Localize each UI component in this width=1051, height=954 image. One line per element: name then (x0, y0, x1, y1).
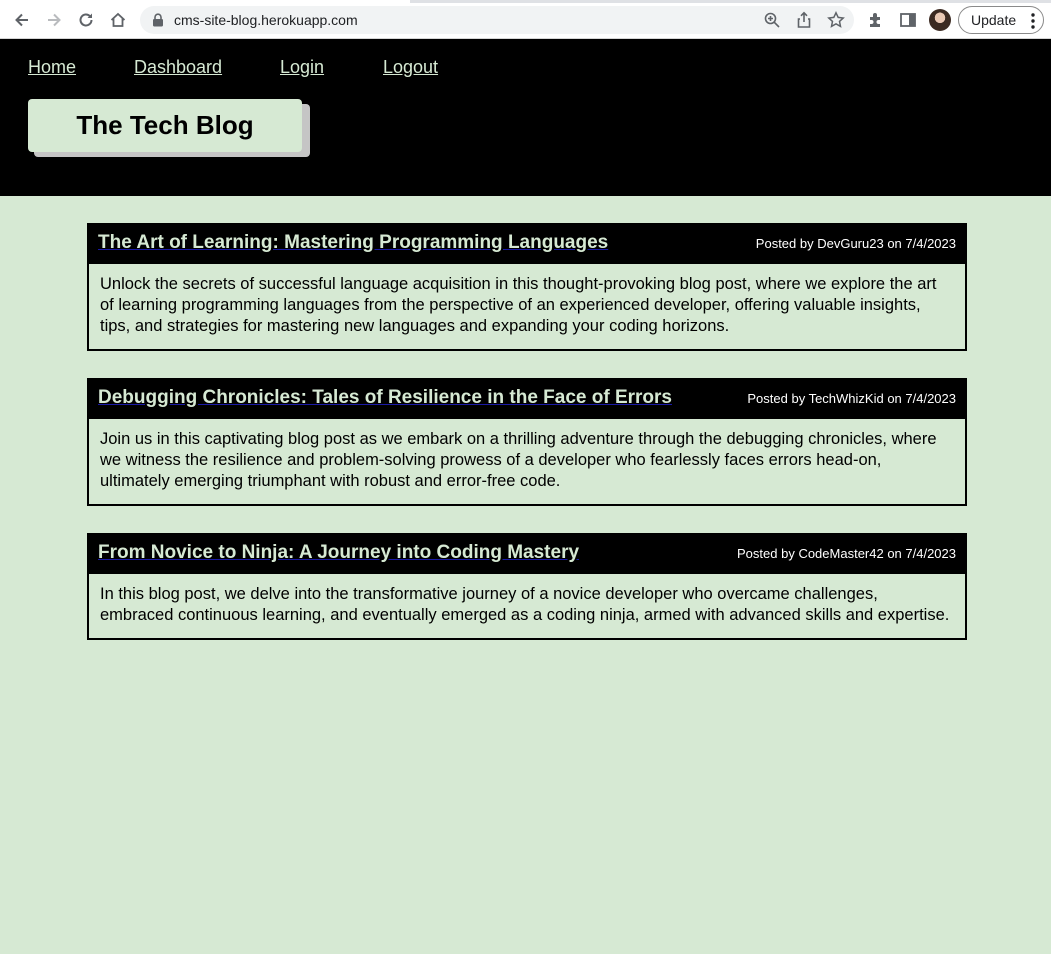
nav-logout-link[interactable]: Logout (383, 57, 438, 78)
nav-dashboard-link[interactable]: Dashboard (134, 57, 222, 78)
nav-login-link[interactable]: Login (280, 57, 324, 78)
nav-home-link[interactable]: Home (28, 57, 76, 78)
post-body: Unlock the secrets of successful languag… (100, 275, 937, 335)
active-tab[interactable] (0, 0, 410, 3)
tab-strip (0, 0, 1051, 3)
url-text[interactable]: cms-site-blog.herokuapp.com (174, 12, 358, 28)
browser-toolbar: cms-site-blog.herokuapp.com Update (0, 0, 1051, 39)
post-meta: Posted by DevGuru23 on 7/4/2023 (755, 236, 956, 251)
post-card: From Novice to Ninja: A Journey into Cod… (87, 533, 967, 640)
site-title: The Tech Blog (28, 99, 302, 152)
site-header: Home Dashboard Login Logout The Tech Blo… (0, 39, 1051, 196)
update-button[interactable]: Update (958, 6, 1044, 34)
post-card: Debugging Chronicles: Tales of Resilienc… (87, 378, 967, 506)
post-title[interactable]: The Art of Learning: Mastering Programmi… (98, 232, 608, 254)
post-card: The Art of Learning: Mastering Programmi… (87, 223, 967, 351)
post-body: In this blog post, we delve into the tra… (100, 585, 950, 624)
forward-icon[interactable] (43, 9, 65, 31)
post-header[interactable]: From Novice to Ninja: A Journey into Cod… (89, 535, 965, 574)
address-bar[interactable]: cms-site-blog.herokuapp.com (140, 6, 854, 34)
menu-dots-icon[interactable] (1031, 13, 1035, 29)
avatar[interactable] (929, 9, 951, 31)
home-icon[interactable] (107, 9, 129, 31)
post-meta: Posted by TechWhizKid on 7/4/2023 (747, 391, 956, 406)
extensions-icon[interactable] (866, 10, 886, 30)
post-header[interactable]: The Art of Learning: Mastering Programmi… (89, 225, 965, 264)
post-title[interactable]: From Novice to Ninja: A Journey into Cod… (98, 542, 579, 564)
star-icon[interactable] (827, 11, 845, 29)
update-label: Update (971, 12, 1017, 28)
lock-icon[interactable] (152, 13, 164, 27)
post-header[interactable]: Debugging Chronicles: Tales of Resilienc… (89, 380, 965, 419)
share-icon[interactable] (795, 11, 813, 29)
post-title[interactable]: Debugging Chronicles: Tales of Resilienc… (98, 387, 672, 409)
zoom-icon[interactable] (763, 11, 781, 29)
post-body: Join us in this captivating blog post as… (100, 430, 937, 490)
reload-icon[interactable] (75, 9, 97, 31)
post-meta: Posted by CodeMaster42 on 7/4/2023 (737, 546, 956, 561)
back-icon[interactable] (11, 9, 33, 31)
sidepanel-icon[interactable] (898, 10, 918, 30)
